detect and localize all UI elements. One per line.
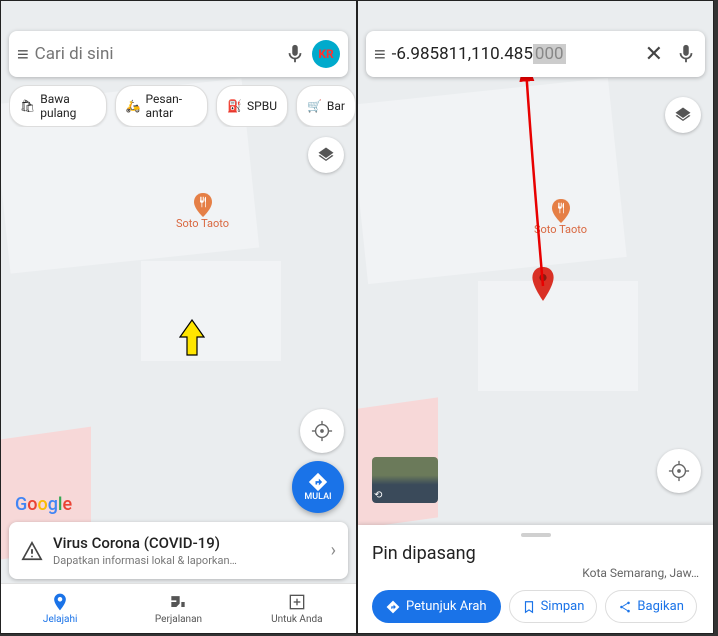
poi-restaurant[interactable]: Soto Taoto <box>176 193 229 230</box>
mic-icon[interactable] <box>675 43 697 65</box>
search-bar[interactable]: ≡ KR <box>9 31 348 77</box>
clear-icon[interactable]: ✕ <box>639 42 669 67</box>
redacted-text: 000 <box>533 44 566 64</box>
nav-diamond-icon <box>308 472 328 492</box>
phone-right: Soto Taoto □▯… ▣ ◢ ⬚4G▯ ◢15%▮1:48 PM ≡ -… <box>357 0 714 634</box>
pin-actions: Petunjuk Arah Simpan Bagikan <box>372 590 699 623</box>
restaurant-pin-icon <box>552 199 570 223</box>
chip-gas[interactable]: ⛽SPBU <box>216 85 288 127</box>
directions-icon <box>386 600 400 614</box>
layers-icon <box>674 106 692 124</box>
search-input[interactable]: -6.985811,110.485000 <box>392 44 633 64</box>
my-location-button[interactable] <box>657 449 701 493</box>
commute-icon <box>168 592 188 612</box>
share-icon <box>618 600 632 614</box>
pin-subtitle: Kota Semarang, Jaw… <box>372 566 699 580</box>
chip-bar[interactable]: 🛒Bar <box>296 85 356 127</box>
mic-icon[interactable] <box>284 43 306 65</box>
nav-explore[interactable]: Jelajahi <box>1 584 119 633</box>
chevron-right-icon: › <box>331 540 336 561</box>
directions-button[interactable]: Petunjuk Arah <box>372 590 501 623</box>
fuel-icon: ⛽ <box>227 99 242 113</box>
save-button[interactable]: Simpan <box>509 590 598 623</box>
warning-icon <box>21 540 43 562</box>
streetview-arrows-icon: ⟲ <box>374 490 382 501</box>
profile-avatar[interactable]: KR <box>312 40 340 68</box>
cart-icon: 🛒 <box>307 99 322 113</box>
chip-takeout[interactable]: 🛍Bawa pulang <box>9 85 107 127</box>
layers-button[interactable] <box>665 97 701 133</box>
google-logo: Google <box>15 494 72 515</box>
alert-title: Virus Corona (COVID-19) <box>53 534 321 552</box>
start-nav-button[interactable]: MULAI <box>292 461 344 513</box>
search-input[interactable] <box>35 44 278 64</box>
nav-foryou[interactable]: Untuk Anda <box>238 584 356 633</box>
category-chips: 🛍Bawa pulang 🛵Pesan-antar ⛽SPBU 🛒Bar <box>9 85 356 127</box>
share-button[interactable]: Bagikan <box>605 590 696 623</box>
menu-icon[interactable]: ≡ <box>374 42 386 67</box>
poi-label: Soto Taoto <box>176 217 229 230</box>
pin-title: Pin dipasang <box>372 543 699 564</box>
menu-icon[interactable]: ≡ <box>17 42 29 67</box>
phone-left: Soto Taoto ⟳8… ▣ ◢ ⬚4G▯ ◢15%▮1:48 PM ≡ K… <box>0 0 357 634</box>
layers-icon <box>317 146 335 164</box>
alert-subtitle: Dapatkan informasi lokal & laporkan… <box>53 554 321 567</box>
pin-icon <box>50 592 70 612</box>
yellow-arrow-icon <box>179 319 205 357</box>
poi-restaurant[interactable]: Soto Taoto <box>534 199 587 236</box>
poi-label: Soto Taoto <box>534 223 587 236</box>
crosshair-icon <box>668 460 690 482</box>
my-location-button[interactable] <box>300 409 344 453</box>
streetview-thumbnail[interactable]: ⟲ <box>372 457 438 503</box>
search-bar[interactable]: ≡ -6.985811,110.485000 ✕ <box>366 31 705 77</box>
dropped-pin-icon[interactable] <box>530 267 556 303</box>
sheet-grabber[interactable] <box>521 533 551 537</box>
bag-icon: 🛍 <box>20 99 35 113</box>
crosshair-icon <box>311 420 333 442</box>
bottom-nav: Jelajahi Perjalanan Untuk Anda <box>1 583 356 633</box>
bookmark-icon <box>522 600 536 614</box>
nav-commute[interactable]: Perjalanan <box>119 584 237 633</box>
restaurant-pin-icon <box>194 193 212 217</box>
layers-button[interactable] <box>308 137 344 173</box>
delivery-icon: 🛵 <box>126 99 141 113</box>
pin-info-sheet[interactable]: Pin dipasang Kota Semarang, Jaw… Petunju… <box>358 525 713 633</box>
chip-delivery[interactable]: 🛵Pesan-antar <box>115 85 209 127</box>
foryou-icon <box>287 592 307 612</box>
covid-alert-card[interactable]: Virus Corona (COVID-19) Dapatkan informa… <box>9 522 348 579</box>
